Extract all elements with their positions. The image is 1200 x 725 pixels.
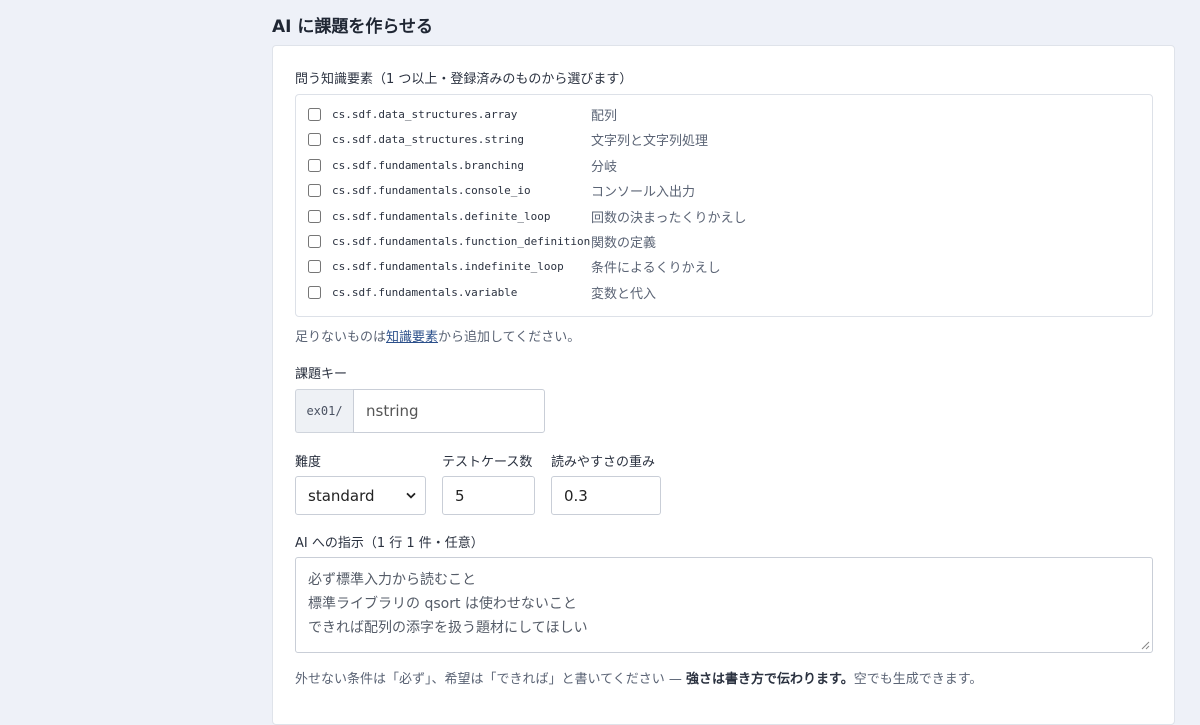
- task-form-card: 問う知識要素（1 つ以上・登録済みのものから選びます） cs.sdf.data_…: [272, 45, 1175, 725]
- knowledge-key: cs.sdf.fundamentals.console_io: [332, 183, 531, 197]
- task-key-prefix: ex01/: [295, 389, 353, 433]
- knowledge-checkbox[interactable]: [308, 234, 321, 248]
- knowledge-key: cs.sdf.fundamentals.variable: [332, 285, 518, 299]
- knowledge-checkbox[interactable]: [308, 259, 321, 273]
- knowledge-key: cs.sdf.fundamentals.function_definition: [332, 234, 591, 248]
- resize-grip-icon[interactable]: [1141, 641, 1150, 650]
- knowledge-item[interactable]: cs.sdf.fundamentals.branching 分岐: [308, 154, 617, 176]
- knowledge-key: cs.sdf.fundamentals.branching: [332, 158, 525, 172]
- knowledge-name: 分岐: [591, 159, 618, 175]
- knowledge-hint: 足りないものは知識要素から追加してください。: [295, 326, 580, 345]
- instructions-hint-before: 外せない条件は「必ず」、希望は「できれば」と書いてください —: [295, 672, 686, 687]
- difficulty-select[interactable]: standard: [295, 476, 426, 515]
- task-key-input[interactable]: [353, 389, 545, 433]
- knowledge-checkbox[interactable]: [308, 158, 321, 172]
- knowledge-item[interactable]: cs.sdf.fundamentals.definite_loop 回数の決まっ…: [308, 205, 746, 227]
- knowledge-key: cs.sdf.data_structures.array: [332, 107, 518, 121]
- knowledge-name: 文字列と文字列処理: [591, 133, 709, 149]
- instructions-hint-strong: 強さは書き方で伝わります。: [686, 672, 854, 687]
- difficulty-value: standard: [308, 486, 375, 505]
- test-cases-input[interactable]: [442, 476, 535, 515]
- knowledge-item[interactable]: cs.sdf.fundamentals.indefinite_loop 条件によ…: [308, 255, 721, 277]
- test-cases-label: テストケース数: [442, 455, 533, 470]
- knowledge-name: 回数の決まったくりかえし: [591, 210, 747, 226]
- knowledge-name: 関数の定義: [591, 235, 657, 251]
- knowledge-key: cs.sdf.data_structures.string: [332, 132, 525, 146]
- knowledge-list[interactable]: cs.sdf.data_structures.array 配列 cs.sdf.d…: [295, 94, 1153, 317]
- instruction-line: できれば配列の添字を扱う題材にしてほしい: [308, 620, 588, 636]
- knowledge-item[interactable]: cs.sdf.data_structures.string 文字列と文字列処理: [308, 128, 708, 150]
- knowledge-item[interactable]: cs.sdf.data_structures.array 配列: [308, 103, 617, 125]
- knowledge-key: cs.sdf.fundamentals.definite_loop: [332, 209, 551, 223]
- knowledge-item[interactable]: cs.sdf.fundamentals.function_definition …: [308, 230, 656, 252]
- knowledge-name: 配列: [591, 108, 618, 124]
- instruction-line: 必ず標準入力から読むこと: [308, 572, 476, 588]
- instructions-hint-after: 空でも生成できます。: [853, 672, 983, 687]
- knowledge-checkbox[interactable]: [308, 209, 321, 223]
- chevron-down-icon: [406, 492, 416, 499]
- task-key-label: 課題キー: [295, 367, 348, 382]
- knowledge-item[interactable]: cs.sdf.fundamentals.console_io コンソール入出力: [308, 179, 695, 201]
- knowledge-name: 変数と代入: [591, 286, 657, 302]
- knowledge-hint-before: 足りないものは: [295, 330, 387, 345]
- knowledge-key: cs.sdf.fundamentals.indefinite_loop: [332, 259, 564, 273]
- knowledge-elements-link[interactable]: 知識要素: [386, 330, 438, 345]
- knowledge-hint-after: から追加してください。: [438, 330, 581, 345]
- knowledge-checkbox[interactable]: [308, 107, 321, 121]
- knowledge-item[interactable]: cs.sdf.fundamentals.variable 変数と代入: [308, 281, 656, 303]
- knowledge-name: 条件によるくりかえし: [591, 260, 721, 276]
- knowledge-label: 問う知識要素（1 つ以上・登録済みのものから選びます）: [295, 72, 633, 87]
- readability-label: 読みやすさの重み: [551, 455, 656, 470]
- knowledge-checkbox[interactable]: [308, 285, 321, 299]
- knowledge-checkbox[interactable]: [308, 183, 321, 197]
- difficulty-label: 難度: [295, 455, 322, 470]
- instruction-line: 標準ライブラリの qsort は使わせないこと: [308, 596, 577, 612]
- knowledge-checkbox[interactable]: [308, 132, 321, 146]
- instructions-textarea[interactable]: 必ず標準入力から読むこと 標準ライブラリの qsort は使わせないこと できれ…: [295, 557, 1153, 653]
- instructions-hint: 外せない条件は「必ず」、希望は「できれば」と書いてください — 強さは書き方で伝…: [295, 668, 982, 687]
- knowledge-name: コンソール入出力: [591, 184, 696, 200]
- page-title: AI に課題を作らせる: [272, 17, 434, 37]
- instructions-label: AI への指示（1 行 1 件・任意）: [295, 536, 484, 551]
- readability-input[interactable]: [551, 476, 661, 515]
